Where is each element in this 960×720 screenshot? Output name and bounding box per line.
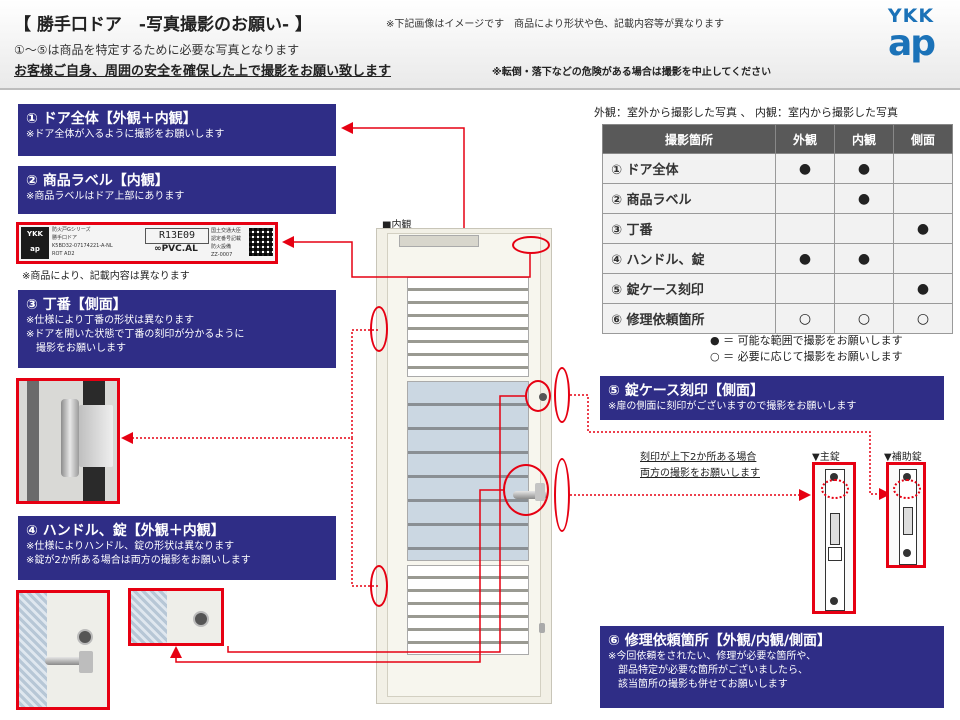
cell xyxy=(834,213,894,244)
lock-note-2: 両方の撮影をお願いします xyxy=(640,468,760,479)
col-exterior: 外観 xyxy=(775,124,835,154)
table-row: ② 商品ラベル ● xyxy=(602,183,953,214)
main-lock-faceplate xyxy=(812,462,856,614)
view-legend: 外観：室外から撮影した写真 、 内観：室内から撮影した写真 xyxy=(594,106,898,119)
row-label: ⑤ 錠ケース刻印 xyxy=(602,273,776,304)
cell xyxy=(775,213,835,244)
cell: ● xyxy=(834,183,894,214)
engraving-marker xyxy=(821,479,849,499)
connector-hinge xyxy=(121,329,378,444)
row-label: ① ドア全体 xyxy=(602,153,776,184)
connector-label xyxy=(282,236,531,278)
table-row: ⑥ 修理依頼箇所 ○ ○ ○ xyxy=(602,303,953,334)
cell: ○ xyxy=(893,303,953,334)
box-repair-location-title: ⑥ 修理依頼箇所【外観/内観/側面】 xyxy=(608,633,831,649)
connector-handle xyxy=(170,489,503,663)
cell xyxy=(893,183,953,214)
box-repair-location-note: 部品特定が必要な箇所がございましたら、 xyxy=(608,665,808,676)
cell xyxy=(893,243,953,274)
box-repair-location-note: 該当箇所の撮影も併せてお願いします xyxy=(608,679,788,690)
legend-open: ○ ＝ 必要に応じて撮影をお願いします xyxy=(710,350,903,363)
lock-note-1: 刻印が上下2か所ある場合 xyxy=(640,452,757,463)
cell: ○ xyxy=(834,303,894,334)
row-label: ② 商品ラベル xyxy=(602,183,776,214)
col-side: 側面 xyxy=(893,124,953,154)
box-repair-location: ⑥ 修理依頼箇所【外観/内観/側面】 ※今回依頼をされたい、修理が必要な箇所や、… xyxy=(600,626,944,708)
connector-door xyxy=(341,122,465,228)
table-row: ⑤ 錠ケース刻印 ● xyxy=(602,273,953,304)
cell: ● xyxy=(834,243,894,274)
table-header-row: 撮影箇所 外観 内観 側面 xyxy=(602,124,953,154)
cell: ● xyxy=(893,213,953,244)
screw-icon xyxy=(830,597,838,605)
main-lock-label: ▼主錠 xyxy=(812,452,840,463)
col-interior: 内観 xyxy=(834,124,894,154)
cell xyxy=(893,153,953,184)
cell: ● xyxy=(775,243,835,274)
cell: ● xyxy=(893,273,953,304)
box-lock-case: ⑤ 錠ケース刻印【側面】 ※扉の側面に刻印がございますので撮影をお願いします xyxy=(600,376,944,420)
cell: ● xyxy=(775,153,835,184)
latch-icon xyxy=(903,507,913,535)
engraving-marker xyxy=(893,479,921,499)
table-row: ④ ハンドル、錠 ● ● xyxy=(602,243,953,274)
aux-lock-label: ▼補助錠 xyxy=(884,452,922,463)
box-lock-case-note: ※扉の側面に刻印がございますので撮影をお願いします xyxy=(608,401,857,412)
box-lock-case-title: ⑤ 錠ケース刻印【側面】 xyxy=(608,383,765,399)
cell xyxy=(775,273,835,304)
photo-table: 撮影箇所 外観 内観 側面 ① ドア全体 ● ● ② 商品ラベル ● ③ 丁番 ● ④ … xyxy=(602,124,953,334)
cell: ● xyxy=(834,153,894,184)
row-label: ④ ハンドル、錠 xyxy=(602,243,776,274)
legend-filled: ● ＝ 可能な範囲で撮影をお願いします xyxy=(710,334,903,347)
box-repair-location-note: ※今回依頼をされたい、修理が必要な箇所や、 xyxy=(608,651,817,662)
deadbolt-icon xyxy=(828,547,842,561)
table-row: ① ドア全体 ● ● xyxy=(602,153,953,184)
screw-icon xyxy=(903,549,911,557)
latch-icon xyxy=(830,513,840,545)
row-label: ③ 丁番 xyxy=(602,213,776,244)
cell: ○ xyxy=(775,303,835,334)
table-row: ③ 丁番 ● xyxy=(602,213,953,244)
cell xyxy=(834,273,894,304)
cell xyxy=(775,183,835,214)
aux-lock-faceplate xyxy=(886,462,926,568)
row-label: ⑥ 修理依頼箇所 xyxy=(602,303,776,334)
col-location: 撮影箇所 xyxy=(602,124,776,154)
